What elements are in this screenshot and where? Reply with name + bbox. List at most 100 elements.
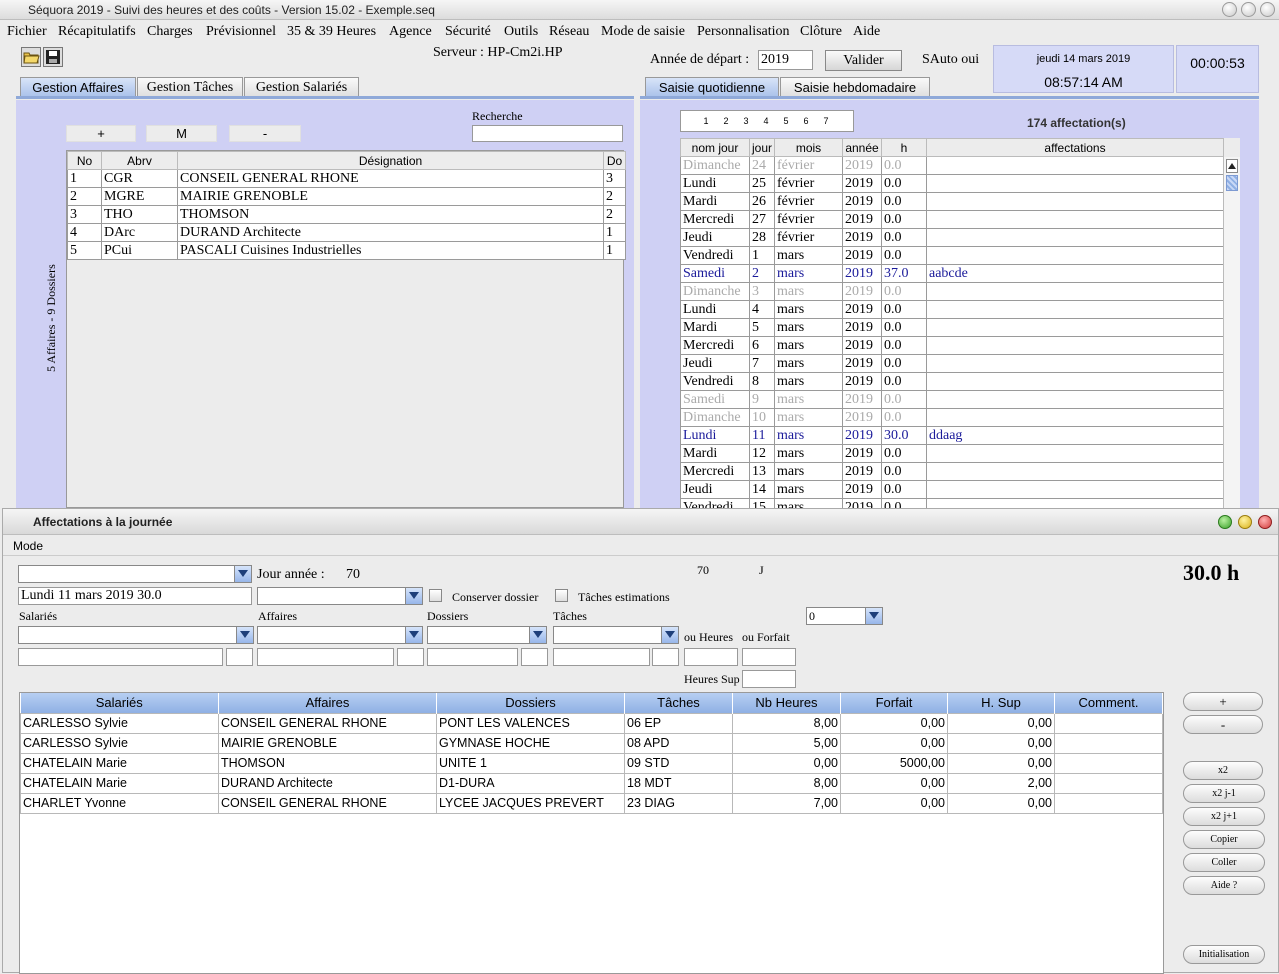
dossier-code-input[interactable] — [521, 648, 548, 666]
col-mois[interactable]: mois — [774, 138, 843, 157]
salarie-input[interactable] — [18, 648, 223, 666]
daykey-4[interactable]: 4 — [756, 112, 776, 130]
assignment-row[interactable]: CHATELAIN Marie THOMSON UNITE 1 09 STD 0,00 5… — [20, 752, 1163, 774]
initialisation-button[interactable]: Initialisation — [1183, 945, 1265, 964]
col-dossiers[interactable]: Dossiers — [436, 693, 625, 713]
col-comment[interactable]: Comment. — [1054, 693, 1163, 713]
daily-row[interactable]: Dimanche 24 février 2019 0.0 — [680, 156, 1224, 175]
daily-row[interactable]: Jeudi 14 mars 2019 0.0 — [680, 480, 1224, 499]
forfait-input[interactable] — [742, 648, 796, 666]
menu-fichier[interactable]: Fichier — [7, 24, 47, 40]
col-h[interactable]: h — [881, 138, 927, 157]
menu-reseau[interactable]: Réseau — [549, 24, 589, 40]
menu-35-39-heures[interactable]: 35 & 39 Heures — [287, 24, 376, 40]
validate-button[interactable]: Valider — [825, 50, 902, 71]
year-input[interactable]: 2019 — [758, 50, 813, 70]
daykey-7[interactable]: 7 — [816, 112, 836, 130]
close-button[interactable] — [1260, 2, 1275, 17]
col-jour[interactable]: jour — [749, 138, 775, 157]
daily-row[interactable]: Vendredi 8 mars 2019 0.0 — [680, 372, 1224, 391]
taches-estimations-checkbox[interactable] — [555, 589, 568, 602]
col-affaires[interactable]: Affaires — [218, 693, 437, 713]
menu-mode-saisie[interactable]: Mode de saisie — [601, 24, 685, 40]
daily-row[interactable]: Vendredi 1 mars 2019 0.0 — [680, 246, 1224, 265]
salarie-code-input[interactable] — [226, 648, 253, 666]
daily-row[interactable]: Dimanche 3 mars 2019 0.0 — [680, 282, 1224, 301]
chevron-down-icon[interactable] — [661, 627, 678, 643]
x2-j-minus-button[interactable]: x2 j-1 — [1183, 784, 1265, 803]
col-nom-jour[interactable]: nom jour — [680, 138, 750, 157]
green-button[interactable] — [1218, 515, 1232, 529]
affaire-input[interactable] — [257, 648, 394, 666]
col-abrv[interactable]: Abrv — [101, 151, 178, 170]
menu-aide[interactable]: Aide — [853, 24, 880, 40]
menu-previsionnel[interactable]: Prévisionnel — [206, 24, 276, 40]
daily-row[interactable]: Jeudi 28 février 2019 0.0 — [680, 228, 1224, 247]
mode-combo[interactable] — [18, 565, 252, 583]
assignment-row[interactable]: CARLESSO Sylvie MAIRIE GRENOBLE GYMNASE HO… — [20, 732, 1163, 754]
assignment-row[interactable]: CHATELAIN Marie DURAND Architecte D1-DURA 1… — [20, 772, 1163, 794]
daily-scrollbar[interactable] — [1223, 157, 1240, 508]
daykey-2[interactable]: 2 — [716, 112, 736, 130]
zero-combo[interactable]: 0 — [806, 607, 883, 625]
col-forfait[interactable]: Forfait — [840, 693, 948, 713]
affaires-combo[interactable] — [257, 626, 423, 644]
daily-row[interactable]: Mercredi 27 février 2019 0.0 — [680, 210, 1224, 229]
col-annee[interactable]: année — [842, 138, 882, 157]
table-row[interactable]: 4 DArc DURAND Architecte 1 — [67, 223, 626, 242]
selection-combo[interactable] — [257, 587, 423, 605]
daily-row[interactable]: Mardi 12 mars 2019 0.0 — [680, 444, 1224, 463]
menu-recapitulatifs[interactable]: Récapitulatifs — [58, 24, 136, 40]
salaries-combo[interactable] — [18, 626, 254, 644]
daily-row[interactable]: Lundi 11 mars 2019 30.0 ddaag — [680, 426, 1224, 445]
col-designation[interactable]: Désignation — [177, 151, 604, 170]
tache-input[interactable] — [553, 648, 650, 666]
daily-row[interactable]: Mardi 5 mars 2019 0.0 — [680, 318, 1224, 337]
chevron-down-icon[interactable] — [529, 627, 546, 643]
daily-row[interactable]: Lundi 4 mars 2019 0.0 — [680, 300, 1224, 319]
search-input[interactable] — [472, 125, 623, 142]
menu-cloture[interactable]: Clôture — [800, 24, 842, 40]
menu-agence[interactable]: Agence — [389, 24, 432, 40]
col-do[interactable]: Do — [603, 151, 626, 170]
menu-securite[interactable]: Sécurité — [445, 24, 491, 40]
daily-row[interactable]: Samedi 9 mars 2019 0.0 — [680, 390, 1224, 409]
mode-menu[interactable]: Mode — [13, 539, 43, 553]
tab-gestion-affaires[interactable]: Gestion Affaires — [20, 77, 136, 97]
dossier-input[interactable] — [427, 648, 518, 666]
remove-row-button[interactable]: - — [1183, 715, 1263, 734]
daily-row[interactable]: Mercredi 6 mars 2019 0.0 — [680, 336, 1224, 355]
table-row[interactable]: 2 MGRE MAIRIE GRENOBLE 2 — [67, 187, 626, 206]
col-no[interactable]: No — [67, 151, 102, 170]
red-close-button[interactable] — [1258, 515, 1272, 529]
col-affectations[interactable]: affectations — [926, 138, 1224, 157]
delete-affaire-button[interactable]: - — [229, 125, 301, 142]
daykey-1[interactable]: 1 — [696, 112, 716, 130]
chevron-down-icon[interactable] — [405, 627, 422, 643]
tab-saisie-hebdomadaire[interactable]: Saisie hebdomadaire — [780, 77, 930, 97]
daily-row[interactable]: Jeudi 7 mars 2019 0.0 — [680, 354, 1224, 373]
col-salaries[interactable]: Salariés — [20, 693, 219, 713]
x2-button[interactable]: x2 — [1183, 761, 1263, 780]
add-row-button[interactable]: + — [1183, 692, 1263, 711]
daily-row[interactable]: Samedi 2 mars 2019 37.0 aabcde — [680, 264, 1224, 283]
copy-button[interactable]: Copier — [1183, 830, 1265, 849]
daily-row[interactable]: Mercredi 13 mars 2019 0.0 — [680, 462, 1224, 481]
daykey-5[interactable]: 5 — [776, 112, 796, 130]
menu-outils[interactable]: Outils — [504, 24, 538, 40]
scroll-up-icon[interactable] — [1226, 159, 1238, 173]
yellow-button[interactable] — [1238, 515, 1252, 529]
chevron-down-icon[interactable] — [405, 588, 422, 604]
chevron-down-icon[interactable] — [865, 608, 882, 624]
assignment-row[interactable]: CARLESSO Sylvie CONSEIL GENERAL RHONE PONT… — [20, 712, 1163, 734]
table-row[interactable]: 1 CGR CONSEIL GENERAL RHONE 3 — [67, 169, 626, 188]
scroll-thumb[interactable] — [1226, 175, 1238, 191]
daily-row[interactable]: Mardi 26 février 2019 0.0 — [680, 192, 1224, 211]
assignment-row[interactable]: CHARLET Yvonne CONSEIL GENERAL RHONE LYCEE… — [20, 792, 1163, 814]
affaire-code-input[interactable] — [397, 648, 424, 666]
col-h-sup[interactable]: H. Sup — [947, 693, 1055, 713]
open-folder-icon[interactable] — [21, 47, 41, 67]
dossiers-combo[interactable] — [427, 626, 547, 644]
taches-combo[interactable] — [553, 626, 679, 644]
chevron-down-icon[interactable] — [236, 627, 253, 643]
